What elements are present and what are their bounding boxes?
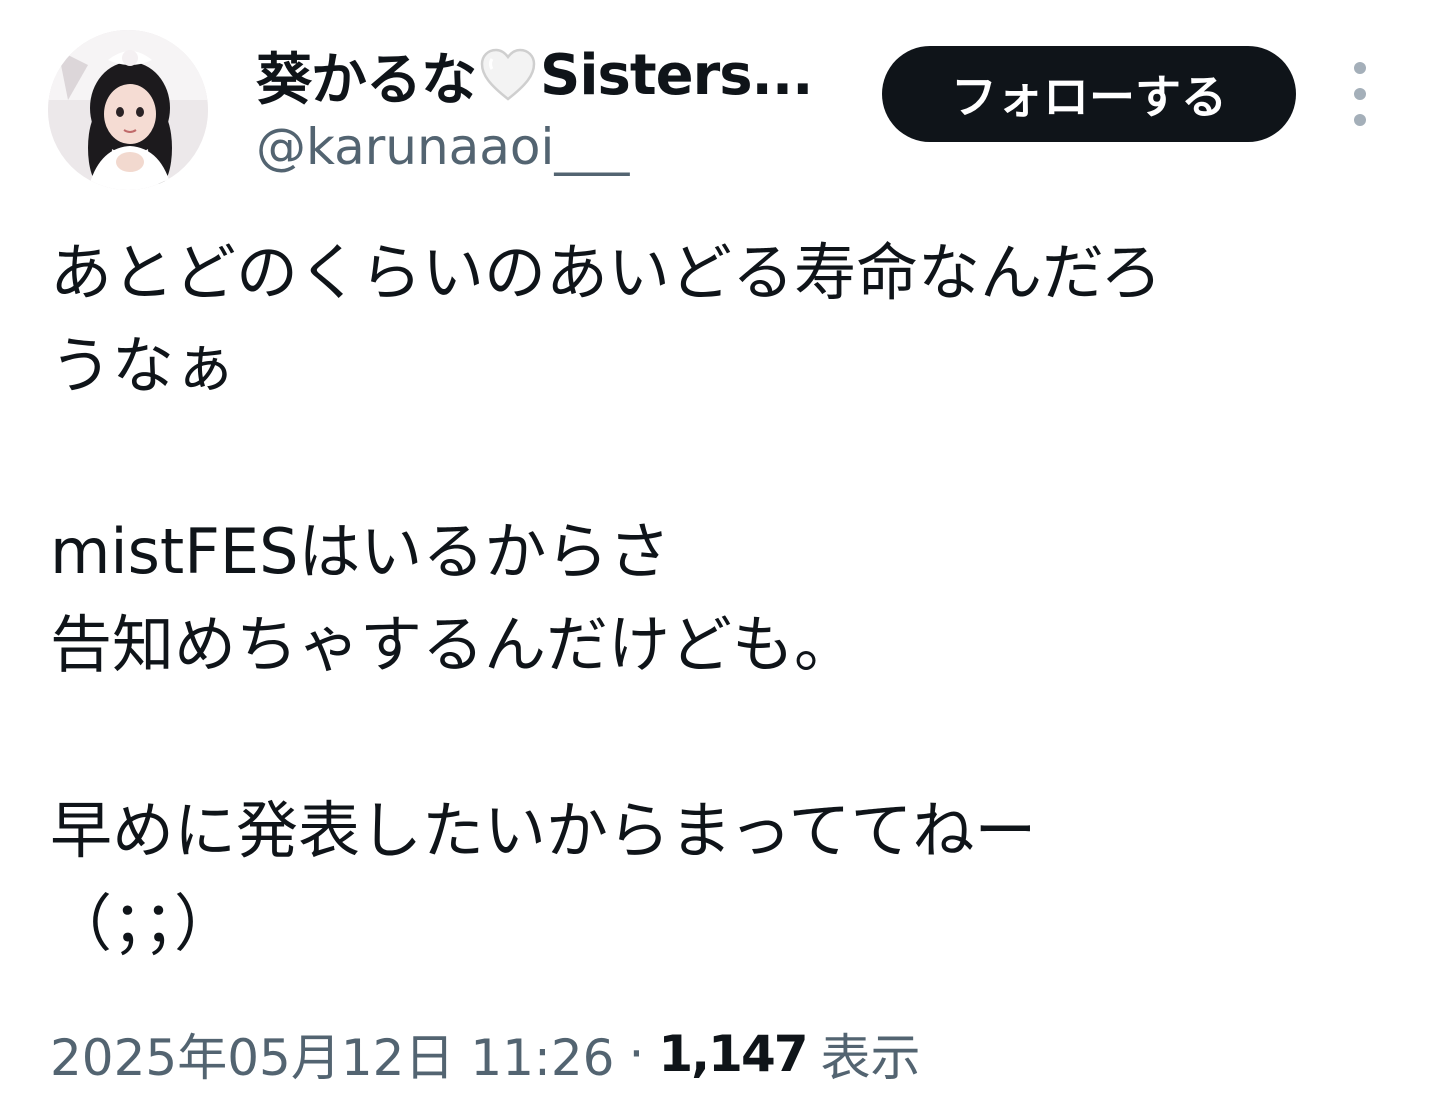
meta-separator: · [628, 1025, 645, 1083]
tweet-line: mistFESはいるからさ [50, 515, 671, 588]
follow-button[interactable]: フォローする [882, 46, 1296, 142]
display-name-suffix: Sisters... [540, 42, 813, 108]
display-name-prefix: 葵かるな [256, 47, 477, 113]
tweet-meta: 2025年05月12日 11:26 · 1,147 表示 [50, 1018, 921, 1090]
views-count[interactable]: 1,147 [658, 1025, 808, 1083]
more-dot [1354, 88, 1366, 100]
tweet-timestamp[interactable]: 2025年05月12日 11:26 [50, 1018, 614, 1090]
tweet-line: あとどのくらいのあいどる寿命なんだろ [50, 236, 1163, 309]
profile-photo [48, 30, 208, 190]
tweet-text: あとどのくらいのあいどる寿命なんだろ うなぁ mistFESはいるからさ 告知め… [50, 226, 1380, 970]
views-label: 表示 [820, 1029, 921, 1087]
tweet-line [50, 412, 1380, 505]
tweet-line: （；；） [50, 887, 237, 960]
tweet-line [50, 691, 1380, 784]
more-vertical-icon[interactable] [1340, 62, 1380, 126]
author-handle[interactable]: @karunaaoi___ [256, 118, 629, 176]
white-heart-icon [478, 47, 538, 103]
more-dot [1354, 114, 1366, 126]
author-display-name[interactable]: 葵かるな Sisters... [256, 40, 813, 113]
avatar[interactable] [48, 30, 208, 190]
more-dot [1354, 62, 1366, 74]
tweet-line: うなぁ [50, 329, 237, 402]
tweet-line: 早めに発表したいからまっててねー [50, 794, 1037, 867]
tweet-line: 告知めちゃするんだけども。 [50, 608, 857, 681]
